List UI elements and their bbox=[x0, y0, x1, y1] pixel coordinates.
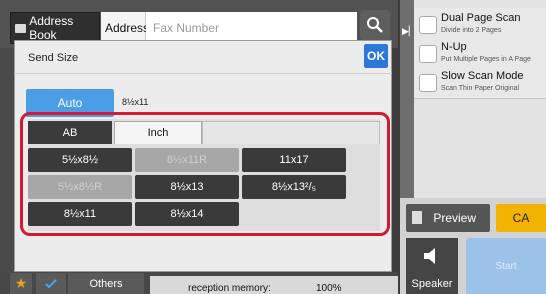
start-button[interactable]: Start bbox=[466, 238, 546, 294]
others-button[interactable]: Others bbox=[68, 273, 144, 294]
search-icon bbox=[367, 17, 383, 33]
option-title: Slow Scan Mode bbox=[441, 70, 524, 82]
star-icon: ★ bbox=[14, 275, 28, 291]
dialog-title: Send Size bbox=[28, 52, 79, 64]
option-title: Dual Page Scan bbox=[441, 12, 521, 24]
option-desc: Scan Thin Paper Original bbox=[441, 85, 520, 92]
clear-all-button[interactable]: CA bbox=[496, 204, 546, 232]
left-edge bbox=[0, 48, 14, 272]
preview-button[interactable]: Preview bbox=[406, 204, 490, 232]
check-button[interactable] bbox=[36, 273, 66, 294]
favorites-button[interactable]: ★ bbox=[10, 273, 32, 294]
memory-value: 100% bbox=[316, 283, 342, 294]
highlight-frame bbox=[20, 112, 390, 236]
preview-label: Preview bbox=[433, 211, 476, 225]
option-desc: Put Multiple Pages in A Page bbox=[441, 56, 531, 63]
book-icon bbox=[15, 23, 27, 33]
check-icon bbox=[45, 278, 57, 288]
option-desc: Divide into 2 Pages bbox=[441, 27, 502, 34]
address-book-label: Address Book bbox=[29, 14, 74, 42]
ok-button[interactable]: OK bbox=[364, 44, 388, 68]
option-slow-scan-mode[interactable]: Slow Scan Mode Scan Thin Paper Original bbox=[414, 66, 546, 99]
memory-label: reception memory: bbox=[188, 283, 271, 294]
search-button[interactable] bbox=[360, 10, 390, 40]
preview-icon bbox=[412, 211, 422, 224]
auto-size-value: 8½x11 bbox=[122, 97, 149, 107]
checkbox[interactable] bbox=[419, 16, 437, 34]
speaker-button[interactable]: Speaker bbox=[406, 238, 458, 294]
speaker-label: Speaker bbox=[411, 278, 453, 290]
checkbox[interactable] bbox=[419, 45, 437, 63]
speaker-icon bbox=[424, 248, 435, 264]
option-title: N-Up bbox=[441, 41, 467, 53]
checkbox[interactable] bbox=[419, 74, 437, 92]
